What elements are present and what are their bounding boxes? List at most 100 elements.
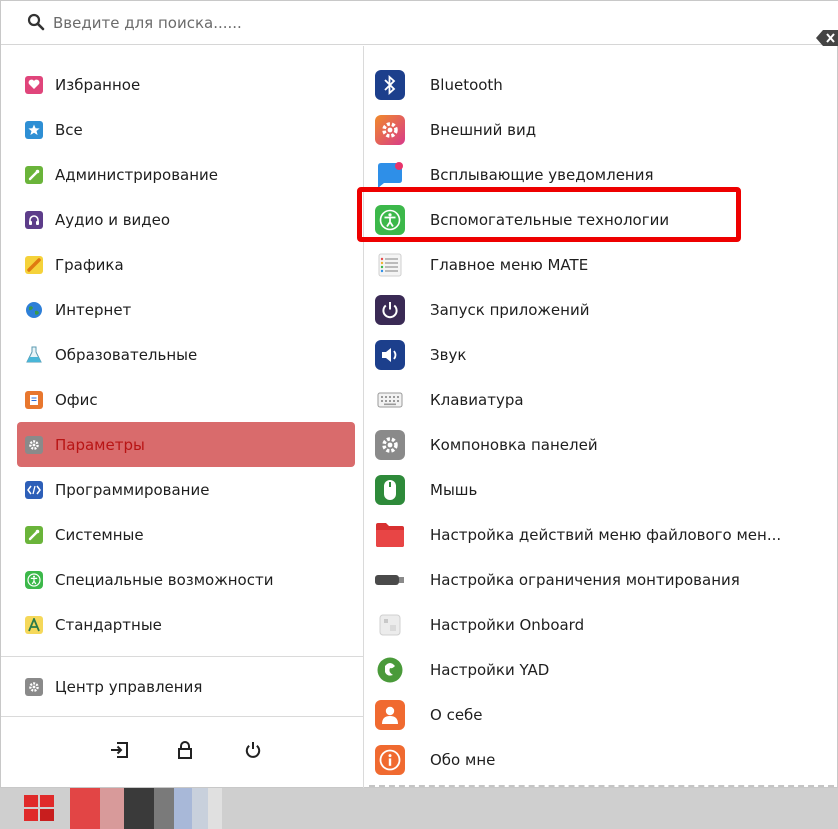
app-label: Настройка действий меню файлового мен... [430,525,782,544]
app-item-mouse[interactable]: Мышь [364,467,838,512]
menu-logo-icon[interactable] [16,788,64,829]
app-label: Главное меню MATE [430,255,589,274]
category-label: Все [55,120,83,139]
code-icon [25,480,43,499]
category-label: Аудио и видео [55,210,171,229]
app-item-about-self[interactable]: О себе [364,692,838,737]
logout-button[interactable] [103,734,135,766]
shutdown-button[interactable] [237,734,269,766]
folder-icon [375,520,405,550]
applications-panel: Bluetooth Внешний вид Всплывающие уведом… [364,46,838,789]
category-programming[interactable]: Программирование [17,467,355,512]
app-label: Всплывающие уведомления [430,165,654,184]
bluetooth-icon [375,69,405,100]
app-item-keyboard[interactable]: Клавиатура [364,377,838,422]
app-label: Мышь [430,480,478,499]
lock-button[interactable] [169,734,201,766]
search-input[interactable] [53,11,753,35]
app-item-yad-settings[interactable]: Настройки YAD [364,647,838,692]
gear-icon [375,429,405,460]
lock-icon [178,741,192,759]
app-item-startup-applications[interactable]: Запуск приложений [364,287,838,332]
taskbar-app[interactable] [192,788,208,829]
text-icon [25,615,43,634]
category-audio-video[interactable]: Аудио и видео [17,197,355,242]
scroll-edge-indicator [369,785,834,787]
app-label: Звук [430,345,467,364]
app-item-onboard-settings[interactable]: Настройки Onboard [364,602,838,647]
search-bar [1,1,838,46]
app-item-about-me[interactable]: Обо мне [364,737,838,782]
categories-panel: Избранное Все Администрирование Аудио и … [1,46,363,789]
app-label: Обо мне [430,750,496,769]
control-center-button[interactable]: Центр управления [17,664,355,709]
category-label: Офис [55,390,98,409]
category-label: Образовательные [55,345,198,364]
mouse-icon [375,474,405,505]
star-icon [25,120,43,139]
app-item-mount-restrictions[interactable]: Настройка ограничения монтирования [364,557,838,602]
app-label: Настройка ограничения монтирования [430,570,740,589]
keyboard-icon [375,385,405,415]
app-label: Клавиатура [430,390,524,409]
app-label: О себе [430,705,483,724]
onboard-keyboard-icon [375,610,405,640]
category-all[interactable]: Все [17,107,355,152]
taskbar-app[interactable] [154,788,174,829]
search-icon [27,13,45,31]
category-administration[interactable]: Администрирование [17,152,355,197]
control-center-label: Центр управления [55,677,203,696]
category-label: Параметры [55,435,145,454]
category-label: Графика [55,255,124,274]
category-standard[interactable]: Стандартные [17,602,355,647]
document-icon [25,390,43,409]
category-favorites[interactable]: Избранное [17,62,355,107]
wrench-icon [25,525,43,544]
application-menu: Избранное Все Администрирование Аудио и … [0,0,838,789]
category-label: Стандартные [55,615,162,634]
category-label: Специальные возможности [55,570,274,589]
gear-icon [25,677,43,696]
taskbar-app[interactable] [100,788,124,829]
app-label: Настройки Onboard [430,615,585,634]
category-education[interactable]: Образовательные [17,332,355,377]
taskbar [0,788,838,829]
category-label: Системные [55,525,144,544]
highlight-frame [357,187,741,242]
logout-icon [111,742,128,758]
user-icon [375,699,405,730]
app-item-panel-layout[interactable]: Компоновка панелей [364,422,838,467]
taskbar-app[interactable] [124,788,154,829]
clear-search-icon[interactable] [816,30,838,46]
gear-icon [25,435,43,454]
app-item-file-manager-actions[interactable]: Настройка действий меню файлового мен... [364,512,838,557]
notification-icon [375,160,405,190]
separator [1,716,363,717]
headphones-icon [25,210,43,229]
category-internet[interactable]: Интернет [17,287,355,332]
category-label: Избранное [55,75,141,94]
power-icon [245,742,261,758]
category-accessibility[interactable]: Специальные возможности [17,557,355,602]
appearance-gear-icon [375,114,405,145]
wrench-icon [25,165,43,184]
category-office[interactable]: Офис [17,377,355,422]
taskbar-app[interactable] [70,788,100,829]
usb-drive-icon [375,565,405,595]
app-label: Внешний вид [430,120,537,139]
taskbar-app[interactable] [208,788,222,829]
app-item-appearance[interactable]: Внешний вид [364,107,838,152]
app-label: Bluetooth [430,75,503,94]
category-system[interactable]: Системные [17,512,355,557]
category-label: Интернет [55,300,132,319]
category-graphics[interactable]: Графика [17,242,355,287]
app-item-bluetooth[interactable]: Bluetooth [364,62,838,107]
category-settings[interactable]: Параметры [17,422,355,467]
accessibility-icon [25,570,43,589]
taskbar-app[interactable] [174,788,192,829]
app-item-mate-main-menu[interactable]: Главное меню MATE [364,242,838,287]
app-item-sound[interactable]: Звук [364,332,838,377]
category-label: Администрирование [55,165,219,184]
pencil-icon [25,255,43,274]
app-label: Компоновка панелей [430,435,598,454]
